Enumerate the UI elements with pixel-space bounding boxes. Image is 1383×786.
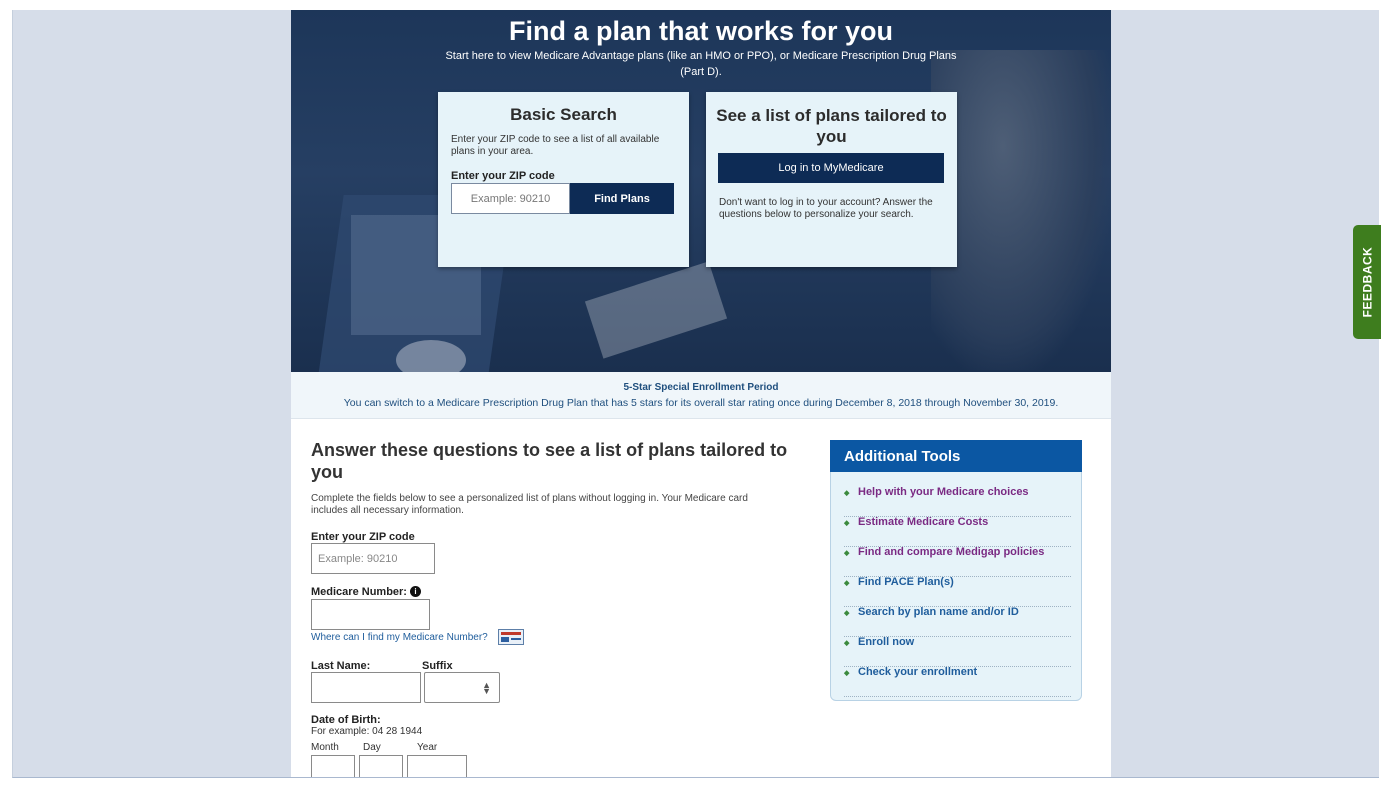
tailored-plans-card: See a list of plans tailored to you Log …	[706, 92, 957, 267]
additional-tools-title: Additional Tools	[830, 440, 1082, 472]
basic-search-zip-input[interactable]	[451, 183, 570, 214]
find-plans-button[interactable]: Find Plans	[570, 183, 674, 214]
suffix-select[interactable]: ▲ ▼	[424, 672, 500, 703]
select-arrows-icon: ▲ ▼	[482, 680, 491, 696]
last-name-input[interactable]	[311, 672, 421, 703]
tool-link-medicare-choices[interactable]: Help with your Medicare choices	[844, 486, 1071, 517]
dob-year-label: Year	[417, 742, 438, 753]
tool-link-check-enrollment[interactable]: Check your enrollment	[844, 666, 1071, 697]
medicare-number-label: Medicare Number: i	[311, 586, 421, 598]
enrollment-banner-text: You can switch to a Medicare Prescriptio…	[343, 397, 1059, 409]
tailored-plans-title: See a list of plans tailored to you	[716, 106, 947, 146]
medicare-card-icon-block	[501, 637, 509, 642]
tool-link-label: Find and compare Medigap policies	[858, 546, 1045, 558]
browser-viewport: Find a plan that works for you Start her…	[12, 10, 1379, 778]
hero-background-paper	[584, 261, 728, 359]
basic-search-card: Basic Search Enter your ZIP code to see …	[438, 92, 689, 267]
questions-title: Answer these questions to see a list of …	[311, 440, 788, 482]
dob-month-input[interactable]	[311, 755, 355, 777]
tool-link-label: Enroll now	[858, 636, 915, 648]
basic-search-description: Enter your ZIP code to see a list of all…	[451, 134, 660, 157]
basic-search-zip-label: Enter your ZIP code	[451, 170, 555, 182]
enrollment-banner-title: 5-Star Special Enrollment Period	[623, 382, 779, 393]
suffix-label: Suffix	[422, 660, 453, 672]
enrollment-banner: 5-Star Special Enrollment Period You can…	[291, 372, 1111, 419]
hero-background-mug	[396, 340, 466, 372]
tool-link-label: Help with your Medicare choices	[858, 486, 1029, 498]
hero-subtitle: Start here to view Medicare Advantage pl…	[445, 50, 957, 78]
dob-year-input[interactable]	[407, 755, 467, 777]
tool-link-enroll-now[interactable]: Enroll now	[844, 636, 1071, 667]
last-name-label: Last Name:	[311, 660, 371, 672]
hero-title: Find a plan that works for you	[508, 16, 894, 46]
dob-month-label: Month	[311, 742, 339, 753]
additional-tools-panel: Additional Tools Help with your Medicare…	[830, 440, 1082, 701]
questions-description: Complete the fields below to see a perso…	[311, 493, 748, 516]
hero-section: Find a plan that works for you Start her…	[291, 10, 1111, 372]
tool-link-label: Estimate Medicare Costs	[858, 516, 989, 528]
tool-link-estimate-costs[interactable]: Estimate Medicare Costs	[844, 516, 1071, 547]
dob-day-label: Day	[363, 742, 381, 753]
feedback-label: FEEDBACK	[1360, 246, 1375, 318]
tool-link-label: Check your enrollment	[858, 666, 978, 678]
zip-input[interactable]	[311, 543, 435, 574]
medicare-card-icon-line	[511, 638, 521, 640]
tool-link-search-plan-name[interactable]: Search by plan name and/or ID	[844, 606, 1071, 637]
additional-tools-list: Help with your Medicare choices Estimate…	[844, 486, 1071, 697]
zip-label: Enter your ZIP code	[311, 531, 415, 543]
tool-link-pace-plans[interactable]: Find PACE Plan(s)	[844, 576, 1071, 607]
page-content: Find a plan that works for you Start her…	[291, 10, 1111, 777]
feedback-tab[interactable]: FEEDBACK	[1353, 225, 1381, 339]
medicare-number-input[interactable]	[311, 599, 430, 630]
hero-background-person	[931, 50, 1111, 370]
info-icon[interactable]: i	[409, 586, 421, 597]
medicare-number-help-link[interactable]: Where can I find my Medicare Number?	[311, 632, 488, 643]
tool-link-label: Find PACE Plan(s)	[858, 576, 954, 588]
medicare-number-label-text: Medicare Number:	[311, 586, 407, 598]
login-mymedicare-button[interactable]: Log in to MyMedicare	[718, 153, 944, 183]
tool-link-medigap[interactable]: Find and compare Medigap policies	[844, 546, 1071, 577]
medicare-card-icon-stripe	[501, 632, 521, 635]
basic-search-title: Basic Search	[510, 105, 617, 124]
dob-day-input[interactable]	[359, 755, 403, 777]
tool-link-label: Search by plan name and/or ID	[858, 606, 1019, 618]
medicare-card-icon	[498, 629, 524, 645]
dob-example: For example: 04 28 1944	[311, 726, 423, 737]
dob-label: Date of Birth:	[311, 714, 381, 726]
tailored-plans-description: Don't want to log in to your account? An…	[719, 197, 933, 220]
